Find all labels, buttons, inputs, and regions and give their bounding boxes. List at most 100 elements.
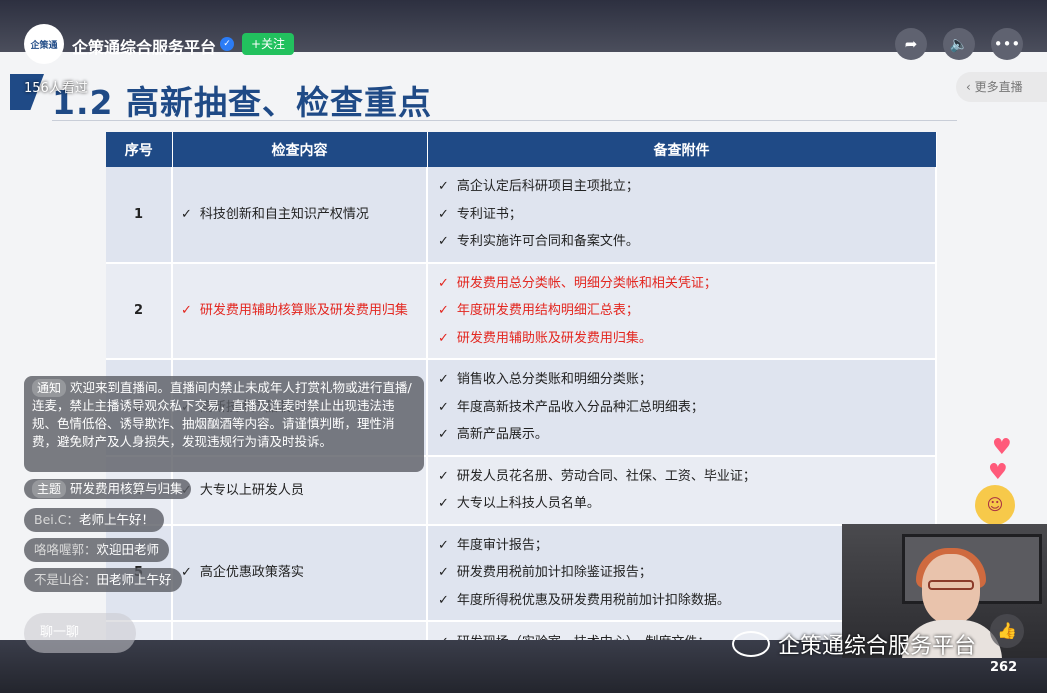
row-attachments: ✓ 销售收入总分类账和明细分类账； ✓ 年度高新技术产品收入分品种汇总明细表； ✓ 高新产… — [427, 359, 937, 457]
row-content: ✓ 科技创新和自主知识产权情况 — [172, 167, 428, 264]
attachment-text: 研发费用税前加计扣除鉴证报告； — [456, 565, 652, 580]
attachment-text: 专利证书； — [456, 206, 522, 222]
emoji-reaction-icon: ☺ — [975, 485, 1015, 525]
row-content: ✓ 研发费用辅助核算账及研发费用归集 — [172, 262, 428, 360]
content-text: 研发费用辅助核算账及研发费用归集 — [199, 303, 408, 319]
heart-icon: ♥ — [992, 435, 1012, 460]
topic-message: 主题 研发费用核算与归集 — [24, 479, 191, 499]
viewer-count: 156人看过 — [24, 81, 88, 96]
more-live-button[interactable]: ‹ 更多直播 — [956, 72, 1047, 102]
watermark-text: 企策通综合服务平台 — [778, 634, 977, 659]
notice-tag: 通知 — [32, 379, 67, 397]
attachment-item: ✓ 高企认定后科研项目主项批立； — [438, 173, 925, 201]
attachment-item: ✓ 研发费用辅助账及研发费用归集。 — [438, 325, 925, 353]
chat-input[interactable]: 聊一聊 — [24, 613, 136, 653]
more-options-icon[interactable]: ••• — [991, 28, 1023, 60]
table-row: 1 ✓ 科技创新和自主知识产权情况 ✓ 高企认定后科研项目主项批立； ✓ 专利证书； ✓ 专利实… — [106, 167, 937, 264]
row-attachments: ✓ 研发费用总分类帐、明细分类帐和相关凭证； ✓ 年度研发费用结构明细汇总表； ✓ 研发费… — [427, 262, 937, 360]
topic-text: 研发费用核算与归集 — [70, 481, 183, 496]
verified-icon: ✓ — [220, 37, 234, 51]
check-icon: ✓ — [438, 496, 449, 511]
channel-avatar[interactable]: 企策通 — [24, 24, 64, 64]
chevron-left-icon: ‹ — [966, 80, 975, 94]
attachment-text: 研发费用总分类帐、明细分类帐和相关凭证； — [456, 275, 717, 291]
chat-user: 咯咯喔郭： — [34, 542, 97, 557]
attachment-text: 大专以上科技人员名单。 — [456, 496, 600, 511]
check-icon: ✓ — [438, 399, 449, 415]
heart-icon: ♥ — [988, 460, 1008, 485]
header-num: 序号 — [106, 132, 173, 167]
avatar-logo-text: 企策通 — [30, 40, 58, 51]
volume-icon[interactable]: 🔈 — [943, 28, 975, 60]
attachment-text: 销售收入总分类账和明细分类账； — [456, 372, 652, 387]
topic-tag: 主题 — [32, 480, 67, 498]
attachment-item: ✓ 研发费用总分类帐、明细分类帐和相关凭证； — [438, 270, 925, 298]
slide-title: 1.2 高新抽查、检查重点 — [52, 83, 432, 122]
attachment-text: 专利实施许可合同和备案文件。 — [456, 234, 639, 249]
check-icon: ✓ — [438, 537, 449, 553]
row-attachments: ✓ 高企认定后科研项目主项批立； ✓ 专利证书； ✓ 专利实施许可合同和备案文件。 — [427, 167, 937, 264]
attachment-item: ✓ 研发人员花名册、劳动合同、社保、工资、毕业证； — [438, 463, 925, 491]
chat-user: 不是山谷： — [34, 572, 97, 587]
follow-button[interactable]: +关注 — [242, 33, 294, 55]
check-icon: ✓ — [438, 330, 449, 346]
content-text: 大专以上研发人员 — [199, 482, 304, 498]
check-icon: ✓ — [438, 427, 449, 442]
attachment-text: 研发费用辅助账及研发费用归集。 — [456, 330, 652, 346]
attachment-text: 研发人员花名册、劳动合同、社保、工资、毕业证； — [456, 468, 756, 484]
check-icon: ✓ — [438, 275, 449, 291]
attachment-item: ✓ 大专以上科技人员名单。 — [438, 490, 925, 518]
wechat-icon — [732, 631, 770, 657]
row-number: 1 — [106, 167, 173, 264]
like-count: 262 — [990, 660, 1018, 675]
check-icon: ✓ — [438, 592, 449, 608]
chat-text: 田老师上午好 — [96, 572, 172, 587]
like-button[interactable]: 👍 — [990, 614, 1024, 648]
attachment-item: ✓ 高新产品展示。 — [438, 421, 925, 449]
thumbs-up-icon: 👍 — [997, 621, 1017, 640]
share-icon[interactable]: ➦ — [895, 28, 927, 60]
check-icon: ✓ — [438, 234, 449, 249]
header-attachments: 备查附件 — [427, 132, 937, 167]
row-number: 2 — [106, 262, 173, 360]
attachment-item: ✓ 年度研发费用结构明细汇总表； — [438, 297, 925, 325]
watermark: 企策通综合服务平台 — [732, 628, 976, 660]
check-icon: ✓ — [181, 303, 192, 319]
attachment-text: 年度审计报告； — [456, 537, 548, 553]
check-icon: ✓ — [438, 372, 449, 387]
attachment-item: ✓ 专利证书； — [438, 201, 925, 229]
chat-text: 老师上午好！ — [78, 512, 154, 527]
chat-message: Bei.C：老师上午好！ — [24, 508, 164, 532]
attachment-text: 年度高新技术产品收入分品种汇总明细表； — [456, 399, 704, 415]
check-icon: ✓ — [181, 206, 192, 222]
chat-message: 咯咯喔郭：欢迎田老师 — [24, 538, 170, 562]
check-icon: ✓ — [438, 468, 449, 484]
header-content: 检查内容 — [172, 132, 428, 167]
row-content: ✓ 高企优惠政策落实 — [172, 524, 428, 622]
attachment-text: 高新产品展示。 — [456, 427, 548, 442]
live-stream-view: 1.2 高新抽查、检查重点 序号 检查内容 备查附件 1 ✓ 科技创新和自主知识产权… — [0, 0, 1047, 693]
row-attachments: ✓ 研发人员花名册、劳动合同、社保、工资、毕业证； ✓ 大专以上科技人员名单。 — [427, 455, 937, 526]
attachment-text: 年度所得税优惠及研发费用税前加计扣除数据。 — [456, 592, 730, 608]
chat-message: 不是山谷：田老师上午好 — [24, 568, 182, 592]
attachment-text: 年度研发费用结构明细汇总表； — [456, 303, 639, 318]
table-row: 5✓高企优惠政策落实✓年度审计报告；✓研发费用税前加计扣除鉴证报告；✓年度所得税… — [106, 524, 937, 622]
content-text: 高企优惠政策落实 — [199, 565, 304, 581]
check-icon: ✓ — [438, 565, 449, 580]
table-row: 2 ✓ 研发费用辅助核算账及研发费用归集 ✓ 研发费用总分类帐、明细分类帐和相关凭证； ✓… — [106, 262, 937, 360]
attachment-item: ✓ 销售收入总分类账和明细分类账； — [438, 366, 925, 394]
content-text: 科技创新和自主知识产权情况 — [199, 206, 369, 222]
attachment-item: ✓ 年度高新技术产品收入分品种汇总明细表； — [438, 394, 925, 422]
notice-text: 欢迎来到直播间。直播间内禁止未成年人打赏礼物或进行直播/连麦，禁止主播诱导观众私… — [32, 380, 412, 449]
more-live-label: 更多直播 — [974, 80, 1023, 94]
check-icon: ✓ — [438, 206, 449, 222]
check-icon: ✓ — [181, 565, 192, 581]
chat-user: Bei.C： — [34, 512, 79, 527]
attachment-item: ✓ 专利实施许可合同和备案文件。 — [438, 228, 925, 256]
presenter-glasses — [928, 580, 974, 590]
channel-name[interactable]: 企策通综合服务平台 — [72, 34, 216, 58]
check-icon: ✓ — [438, 303, 449, 318]
attachment-text: 高企认定后科研项目主项批立； — [456, 179, 639, 194]
chat-text: 欢迎田老师 — [96, 542, 160, 557]
notice-message: 通知 欢迎来到直播间。直播间内禁止未成年人打赏礼物或进行直播/连麦，禁止主播诱导观… — [24, 376, 424, 472]
